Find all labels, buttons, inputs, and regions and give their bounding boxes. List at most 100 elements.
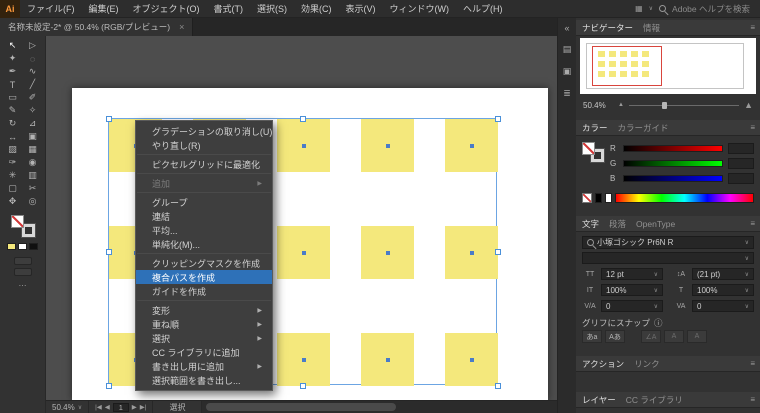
free-transform-tool[interactable]: ▣ bbox=[23, 130, 43, 143]
curvature-tool[interactable]: ∿ bbox=[23, 65, 43, 78]
color-button[interactable] bbox=[7, 243, 16, 250]
context-menu-item-transform[interactable]: 変形▶ bbox=[136, 303, 272, 317]
menu-select[interactable]: 選択(S) bbox=[250, 2, 294, 15]
menu-view[interactable]: 表示(V) bbox=[339, 2, 383, 15]
vertical-scale-combo[interactable]: 100% ∨ bbox=[601, 284, 663, 296]
selection-handle[interactable] bbox=[106, 116, 112, 122]
chevron-down-icon[interactable]: ∨ bbox=[745, 303, 749, 310]
rectangle-tool[interactable]: ▭ bbox=[3, 91, 23, 104]
red-value-field[interactable] bbox=[728, 143, 754, 154]
chevron-down-icon[interactable]: ∨ bbox=[745, 271, 749, 278]
tab-opentype[interactable]: OpenType bbox=[636, 219, 675, 229]
panel-menu-icon[interactable]: ≡ bbox=[750, 359, 755, 368]
chevron-down-icon[interactable]: ∨ bbox=[745, 239, 749, 246]
snap-xheight-button[interactable]: Aあ bbox=[605, 330, 625, 343]
zoom-out-mountain-icon[interactable]: ▲ bbox=[618, 102, 624, 108]
magic-wand-tool[interactable]: ✦ bbox=[3, 52, 23, 65]
draw-normal-button[interactable] bbox=[14, 257, 32, 265]
context-menu-item-make-guides[interactable]: ガイドを作成 bbox=[136, 284, 272, 298]
context-menu-item-add-to-export[interactable]: 書き出し用に追加▶ bbox=[136, 359, 272, 373]
navigator-zoom-slider[interactable] bbox=[629, 100, 739, 110]
tab-character[interactable]: 文字 bbox=[582, 218, 599, 230]
app-logo-icon[interactable]: Ai bbox=[0, 0, 20, 18]
tab-color-guide[interactable]: カラーガイド bbox=[618, 122, 669, 134]
blue-slider[interactable] bbox=[623, 175, 723, 182]
selection-handle[interactable] bbox=[495, 116, 501, 122]
selection-handle[interactable] bbox=[300, 383, 306, 389]
navigator-thumbnail[interactable] bbox=[580, 38, 756, 94]
tab-color[interactable]: カラー bbox=[582, 122, 608, 134]
black-chip[interactable] bbox=[595, 193, 602, 203]
yellow-square[interactable] bbox=[361, 226, 414, 279]
tab-navigator[interactable]: ナビゲーター bbox=[582, 22, 633, 34]
green-slider[interactable] bbox=[623, 160, 723, 167]
tracking-combo[interactable]: 0 ∨ bbox=[692, 300, 754, 312]
context-menu-item-export-selection[interactable]: 選択範囲を書き出し... bbox=[136, 373, 272, 387]
previous-artboard-button[interactable]: ◀ bbox=[105, 403, 110, 411]
scale-tool[interactable]: ⊿ bbox=[23, 117, 43, 130]
context-menu-item-select[interactable]: 選択▶ bbox=[136, 331, 272, 345]
horizontal-scale-combo[interactable]: 100% ∨ bbox=[692, 284, 754, 296]
paintbrush-tool[interactable]: ✐ bbox=[23, 91, 43, 104]
pencil-tool[interactable]: ✎ bbox=[3, 104, 23, 117]
context-menu-item-undo-gradient[interactable]: グラデーションの取り消し(U) bbox=[136, 124, 272, 138]
scrollbar-thumb[interactable] bbox=[206, 403, 396, 411]
menu-type[interactable]: 書式(T) bbox=[207, 2, 251, 15]
yellow-square[interactable] bbox=[445, 119, 498, 172]
info-icon[interactable]: ⓘ bbox=[654, 317, 663, 329]
yellow-square[interactable] bbox=[361, 333, 414, 386]
navigator-zoom-value[interactable]: 50.4% bbox=[583, 101, 613, 110]
leading-combo[interactable]: (21 pt) ∨ bbox=[692, 268, 754, 280]
context-menu-item-add-to-cc-libraries[interactable]: CC ライブラリに追加 bbox=[136, 345, 272, 359]
slider-thumb[interactable] bbox=[662, 102, 667, 109]
eyedropper-tool[interactable]: ✑ bbox=[3, 156, 23, 169]
rotate-tool[interactable]: ↻ bbox=[3, 117, 23, 130]
none-button[interactable] bbox=[29, 243, 38, 250]
tab-actions[interactable]: アクション bbox=[582, 358, 624, 370]
context-menu-item-redo[interactable]: やり直し(R) bbox=[136, 138, 272, 152]
panel-menu-icon[interactable]: ≡ bbox=[750, 23, 755, 32]
snap-bounds-button[interactable]: A bbox=[664, 330, 684, 343]
context-menu-item-join[interactable]: 連結 bbox=[136, 209, 272, 223]
selection-tool[interactable]: ↖ bbox=[3, 39, 23, 52]
chevron-down-icon[interactable]: ∨ bbox=[745, 287, 749, 294]
panel-menu-icon[interactable]: ≡ bbox=[750, 123, 755, 132]
canvas-area[interactable]: グラデーションの取り消し(U) やり直し(R) ピクセルグリッドに最適化 追加▶… bbox=[46, 36, 557, 400]
horizontal-scrollbar[interactable] bbox=[202, 401, 557, 413]
zoom-control[interactable]: 50.4% ∨ bbox=[46, 401, 89, 413]
screen-mode-button[interactable] bbox=[14, 268, 32, 276]
selection-handle[interactable] bbox=[495, 249, 501, 255]
yellow-square[interactable] bbox=[277, 226, 330, 279]
panel-menu-icon[interactable]: ≡ bbox=[750, 395, 755, 404]
context-menu-item-make-compound-path[interactable]: 複合パスを作成 bbox=[136, 270, 272, 284]
hand-tool[interactable]: ✥ bbox=[3, 195, 23, 208]
libraries-panel-icon[interactable]: ▣ bbox=[563, 66, 572, 77]
zoom-in-mountain-icon[interactable]: ▲ bbox=[744, 100, 753, 110]
chevron-down-icon[interactable]: ∨ bbox=[654, 271, 658, 278]
mesh-tool[interactable]: ▦ bbox=[23, 143, 43, 156]
panel-menu-icon[interactable]: ≡ bbox=[750, 219, 755, 228]
context-menu-item-group[interactable]: グループ bbox=[136, 195, 272, 209]
yellow-square[interactable] bbox=[277, 119, 330, 172]
menu-edit[interactable]: 編集(E) bbox=[82, 2, 126, 15]
selection-handle[interactable] bbox=[495, 383, 501, 389]
menu-window[interactable]: ウィンドウ(W) bbox=[383, 2, 457, 15]
font-size-combo[interactable]: 12 pt ∨ bbox=[601, 268, 663, 280]
document-tab[interactable]: 名称未設定-2* @ 50.4% (RGB/プレビュー) × bbox=[0, 18, 193, 36]
green-value-field[interactable] bbox=[728, 158, 754, 169]
context-menu-item-pixel-grid-optimize[interactable]: ピクセルグリッドに最適化 bbox=[136, 157, 272, 171]
fill-color-chip[interactable] bbox=[582, 142, 595, 155]
tab-paragraph[interactable]: 段落 bbox=[609, 218, 626, 230]
menu-effect[interactable]: 効果(C) bbox=[294, 2, 339, 15]
menu-help[interactable]: ヘルプ(H) bbox=[456, 2, 510, 15]
zoom-tool[interactable]: ◎ bbox=[23, 195, 43, 208]
red-slider[interactable] bbox=[623, 145, 723, 152]
tab-layers[interactable]: レイヤー bbox=[582, 394, 616, 406]
color-spectrum-bar[interactable] bbox=[615, 193, 754, 203]
context-menu-item-average[interactable]: 平均... bbox=[136, 223, 272, 237]
snap-baseline-button[interactable]: あa bbox=[582, 330, 602, 343]
lasso-tool[interactable]: ◌ bbox=[23, 52, 43, 65]
context-menu-item-simplify[interactable]: 単純化(M)... bbox=[136, 237, 272, 251]
yellow-square[interactable] bbox=[445, 226, 498, 279]
snap-angle-button[interactable]: ∠A bbox=[641, 330, 661, 343]
